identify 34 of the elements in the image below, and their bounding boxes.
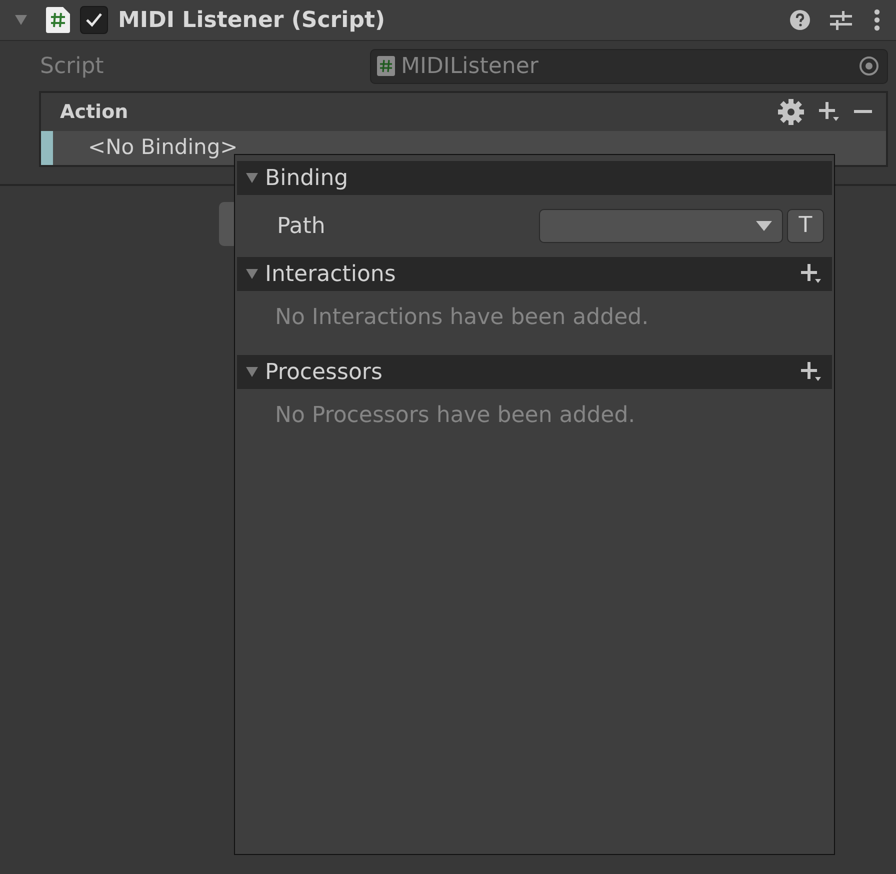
section-header[interactable]: Processors	[237, 355, 832, 389]
expand-arrow-icon[interactable]	[245, 268, 259, 280]
check-icon	[86, 13, 102, 27]
script-value: MIDIListener	[401, 52, 540, 80]
section-title: Binding	[265, 164, 350, 192]
section-header[interactable]: Binding	[237, 161, 832, 195]
more-menu-icon[interactable]	[874, 9, 880, 31]
script-label: Script	[40, 52, 105, 80]
selection-marker	[41, 131, 53, 165]
script-file-icon	[46, 7, 70, 33]
caret-icon	[756, 221, 772, 231]
binding-label: <No Binding>	[88, 134, 238, 162]
help-icon[interactable]	[790, 10, 810, 30]
expand-arrow-icon[interactable]	[245, 366, 259, 378]
section-header[interactable]: Interactions	[237, 257, 832, 291]
text-mode-button[interactable]: T	[787, 209, 824, 243]
add-icon[interactable]	[800, 362, 822, 382]
object-picker-icon[interactable]	[859, 56, 879, 76]
remove-icon[interactable]	[854, 110, 872, 114]
section-title: Interactions	[265, 260, 397, 288]
field-label: Path	[277, 212, 326, 240]
add-icon[interactable]	[818, 102, 840, 122]
empty-message: No Interactions have been added.	[275, 305, 649, 330]
gear-icon[interactable]	[778, 99, 804, 125]
component-title: MIDI Listener (Script)	[118, 6, 386, 34]
enabled-checkbox[interactable]	[80, 6, 108, 34]
script-file-icon	[377, 56, 395, 76]
settings-sliders-icon[interactable]	[830, 10, 852, 30]
expand-arrow-icon[interactable]	[245, 172, 259, 184]
empty-message: No Processors have been added.	[275, 403, 636, 428]
list-header: Action	[60, 100, 130, 125]
add-icon[interactable]	[800, 264, 822, 284]
expand-arrow-icon[interactable]	[14, 14, 28, 26]
section-title: Processors	[265, 358, 384, 386]
